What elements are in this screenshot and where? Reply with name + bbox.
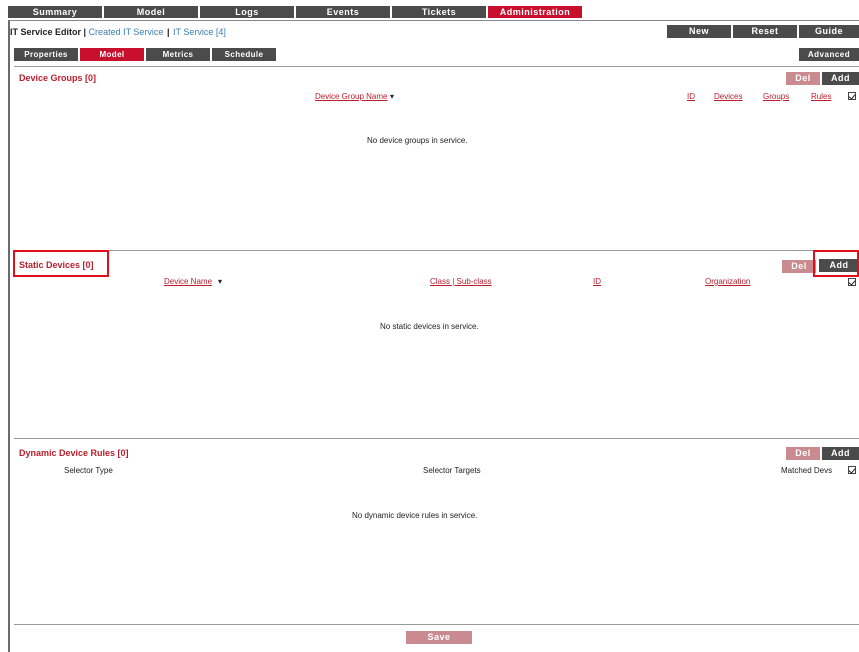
static-devices-panel: Static Devices [0] Del Add Device Name ▾…: [14, 250, 859, 438]
editor-tabs: Properties Model Metrics Schedule: [14, 48, 278, 61]
editor-footer: Save: [14, 624, 859, 652]
nav-tab-events[interactable]: Events: [296, 6, 390, 18]
select-all-checkbox[interactable]: [848, 466, 856, 474]
breadcrumb-it-service[interactable]: IT Service [4]: [173, 27, 226, 37]
column-devices[interactable]: Devices: [714, 92, 742, 101]
column-selector-targets: Selector Targets: [423, 466, 481, 475]
dynamic-rules-del-button[interactable]: Del: [786, 447, 820, 460]
nav-tab-model[interactable]: Model: [104, 6, 198, 18]
nav-tab-administration[interactable]: Administration: [488, 6, 582, 18]
device-groups-empty-message: No device groups in service.: [367, 136, 468, 145]
column-device-name[interactable]: Device Name: [164, 277, 212, 286]
column-organization[interactable]: Organization: [705, 277, 750, 286]
dynamic-rules-panel: Dynamic Device Rules [0] Del Add Selecto…: [14, 438, 859, 624]
device-groups-del-button[interactable]: Del: [786, 72, 820, 85]
column-selector-type: Selector Type: [64, 466, 113, 475]
column-id[interactable]: ID: [593, 277, 601, 286]
nav-tab-logs[interactable]: Logs: [200, 6, 294, 18]
top-nav: Summary Model Logs Events Tickets Admini…: [8, 6, 584, 18]
highlight-add-button: [813, 250, 859, 277]
dynamic-rules-add-button[interactable]: Add: [822, 447, 859, 460]
sort-indicator: ▾: [390, 92, 395, 101]
device-groups-add-button[interactable]: Add: [822, 72, 859, 85]
tab-metrics[interactable]: Metrics: [146, 48, 210, 61]
tab-schedule[interactable]: Schedule: [212, 48, 276, 61]
column-groups[interactable]: Groups: [763, 92, 789, 101]
tab-model[interactable]: Model: [80, 48, 144, 61]
nav-tab-summary[interactable]: Summary: [8, 6, 102, 18]
dynamic-rules-title: Dynamic Device Rules [0]: [19, 448, 129, 458]
sort-indicator: ▾: [218, 277, 223, 286]
dynamic-rules-empty-message: No dynamic device rules in service.: [352, 511, 478, 520]
select-all-checkbox[interactable]: [848, 278, 856, 286]
column-rules[interactable]: Rules: [811, 92, 831, 101]
breadcrumb-separator: |: [166, 27, 170, 37]
nav-tab-tickets[interactable]: Tickets: [392, 6, 486, 18]
tab-properties[interactable]: Properties: [14, 48, 78, 61]
select-all-checkbox[interactable]: [848, 92, 856, 100]
device-groups-title: Device Groups [0]: [19, 73, 97, 83]
page-title: IT Service Editor |: [10, 27, 87, 37]
column-id[interactable]: ID: [687, 92, 695, 101]
column-device-group-name[interactable]: Device Group Name: [315, 92, 387, 101]
advanced-button[interactable]: Advanced: [799, 48, 859, 61]
column-class-subclass[interactable]: Class | Sub-class: [430, 277, 492, 286]
highlight-static-devices-title: [13, 250, 109, 277]
device-groups-panel: Device Groups [0] Del Add Device Group N…: [14, 66, 859, 250]
save-button[interactable]: Save: [406, 631, 472, 644]
guide-button[interactable]: Guide: [799, 25, 859, 38]
static-devices-del-button[interactable]: Del: [782, 260, 816, 273]
new-button[interactable]: New: [667, 25, 731, 38]
breadcrumb: IT Service Editor | Created IT Service |…: [10, 24, 226, 40]
column-matched-devs: Matched Devs: [781, 466, 833, 475]
static-devices-empty-message: No static devices in service.: [380, 322, 479, 331]
reset-button[interactable]: Reset: [733, 25, 797, 38]
breadcrumb-created-it-service[interactable]: Created IT Service: [89, 27, 164, 37]
